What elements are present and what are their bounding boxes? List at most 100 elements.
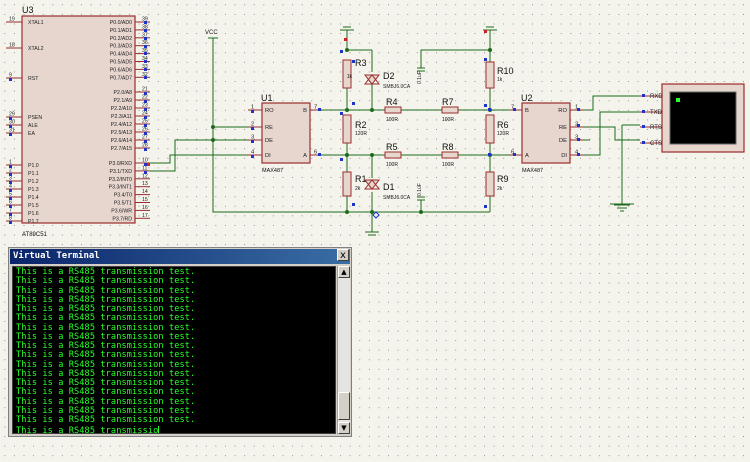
terminal-device[interactable]: RXD TXD RTS CTS [640,83,745,153]
u3-pin-name: P1.2 [28,179,39,185]
u3-pin-name: P1.6 [28,211,39,217]
u3-pin-name: P0.0/AD0 [110,20,132,26]
virtual-terminal-window[interactable]: Virtual Terminal x This is a RS485 trans… [8,247,352,437]
terminal-partial-text: This is a RS485 transmissio [16,425,159,434]
resistor-r10-reference: R10 [497,66,514,76]
pin-state-marker [513,108,516,111]
resistor-r9-value: 2k [497,186,503,192]
pin-state-marker [9,173,12,176]
u3-pin-number: 4 [9,184,12,190]
u3-pin-name: XTAL1 [28,20,44,26]
scroll-thumb[interactable] [338,392,350,420]
u2-reference: U2 [521,93,533,103]
resistor-r3-reference: R3 [355,58,367,68]
u3-pin-number: 13 [142,181,148,187]
pin-state-marker [318,153,321,156]
u3-pin-name: ALE [28,123,38,129]
resistor-r8[interactable] [441,151,459,159]
terminal-line-partial: This is a RS485 transmissio [16,425,335,434]
u3-pin-name: P3.4/T0 [114,193,132,199]
pin-state-marker [251,140,254,143]
u1-pin-number: 1 [251,105,254,111]
u1-reference: U1 [261,93,273,103]
scroll-up-icon[interactable]: ▲ [338,266,350,278]
pin-state-marker [488,153,491,156]
u2-pin-name: RO [558,108,567,114]
u1-transceiver[interactable]: U1 MAX487 1RO2RE3DE4DI7B6A [248,93,322,174]
u1-pin-name: DE [265,138,273,144]
terminal-scrollbar[interactable]: ▲ ▼ [337,266,350,434]
resistor-r5[interactable] [384,151,402,159]
u1-pin-number: 3 [251,135,254,141]
u2-transceiver[interactable]: U2 MAX487 7B6A1RO2RE3DE4DI [510,93,584,174]
pin-state-marker [147,163,150,166]
resistor-r7[interactable] [441,106,459,114]
resistor-r1[interactable] [342,171,352,197]
u3-pin-name: P0.5/AD5 [110,60,132,66]
pin-state-marker [340,158,343,161]
pin-state-marker [144,76,147,79]
pin-state-marker [144,60,147,63]
pin-state-marker [642,94,645,97]
d2-part: SMBJ6.0CA [383,84,411,90]
u3-pin-number: 12 [142,173,148,179]
vcc-label: VCC [205,30,218,36]
u3-pin-number: 22 [142,95,148,101]
u3-pin-name: P2.6/A14 [111,138,132,144]
u3-pin-name: P1.1 [28,171,39,177]
u3-pin-number: 9 [9,73,12,79]
pin-state-marker [577,124,580,127]
u1-pin-number: 7 [314,105,317,111]
resistor-r6-reference: R6 [497,120,509,130]
resistor-r4[interactable] [384,106,402,114]
u3-pin-name: P2.5/A13 [111,130,132,136]
u3-pin-name: P0.3/AD3 [110,44,132,50]
resistor-r9[interactable] [485,171,495,197]
pin-state-marker [144,116,147,119]
u3-pin-number: 14 [142,189,148,195]
u3-pin-name: P2.2/A10 [111,106,132,112]
u1-pin-number: 6 [314,150,317,156]
pin-state-marker [9,165,12,168]
u3-microcontroller[interactable]: U3 AT89C51 19XTAL118XTAL29RST29PSEN30ALE… [6,5,150,238]
resistor-r9-reference: R9 [497,174,509,184]
u3-pin-name: P3.1/TXD [110,169,133,175]
u2-pin-name: DE [559,138,567,144]
u3-pin-name: P3.2/INT0 [109,177,132,183]
scroll-down-icon[interactable]: ▼ [338,422,350,434]
cap-bottom-value: 0.1uF [417,183,423,196]
u3-pin-number: 6 [9,200,12,206]
u1-pin-name: A [303,153,307,159]
terminal-pin-rxd: RXD [650,94,663,100]
u3-pin-number: 11 [142,165,147,171]
pin-state-marker [642,110,645,113]
pin-state-marker [9,133,12,136]
terminal-output[interactable]: This is a RS485 transmission test. This i… [12,266,336,434]
u3-pin-name: P0.2/AD2 [110,36,132,42]
u3-pin-name: XTAL2 [28,46,44,52]
u3-pin-name: RST [28,76,39,82]
u2-pin-name: RE [559,125,567,131]
pin-state-marker [251,110,254,113]
pin-state-marker [484,58,487,61]
u1-pin-name: B [303,108,307,114]
pin-state-marker [144,29,147,32]
u3-pin-name: EA [28,131,35,137]
u3-reference: U3 [22,5,34,15]
resistor-r10-value: 1k [497,77,503,83]
u3-pin-number: 23 [142,103,148,109]
resistor-r2[interactable] [342,114,352,144]
pin-state-marker [513,153,516,156]
u3-pin-name: P3.6/WR [111,208,132,214]
pin-state-marker [9,213,12,216]
u3-pin-name: P3.3/INT1 [109,185,132,191]
pin-state-marker [577,138,580,141]
pin-state-marker [344,38,347,41]
pin-state-marker [251,127,254,130]
close-icon[interactable]: x [337,249,349,261]
resistor-r10[interactable] [485,61,495,89]
pin-state-marker [352,60,355,63]
resistor-r6[interactable] [485,114,495,144]
u3-pin-name: P2.1/A9 [114,98,133,104]
pin-state-marker [251,155,254,158]
